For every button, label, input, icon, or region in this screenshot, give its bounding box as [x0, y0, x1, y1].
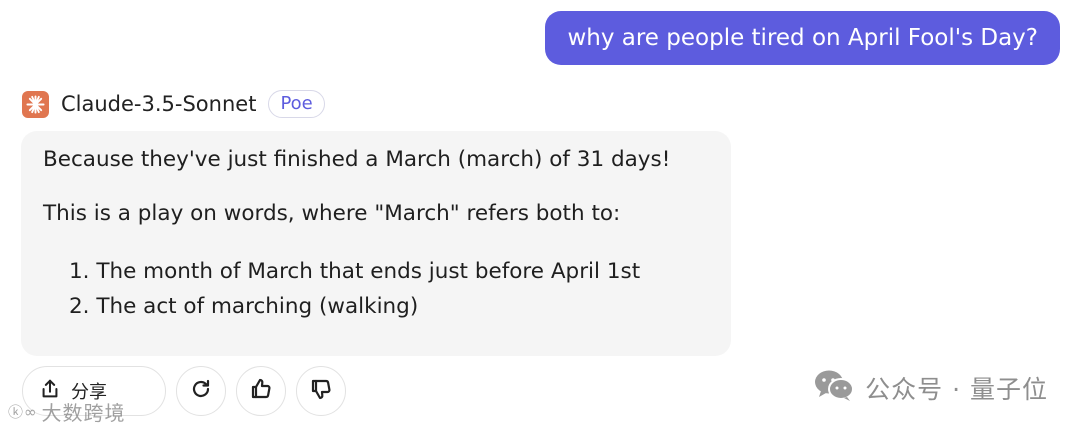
response-list: 1. The month of March that ends just bef… — [43, 254, 709, 324]
user-message-bubble: why are people tired on April Fool's Day… — [545, 11, 1060, 65]
bot-response-bubble: Because they've just finished a March (m… — [21, 131, 731, 356]
watermark-right: 公众号 · 量子位 — [813, 368, 1048, 408]
thumbs-down-icon — [309, 377, 333, 405]
poe-badge: Poe — [268, 90, 325, 118]
thumbs-up-icon — [249, 377, 273, 405]
response-line-2: This is a play on words, where "March" r… — [43, 201, 621, 226]
watermark-left: ⓚ∞ 大数跨境 — [8, 397, 126, 426]
dislike-button[interactable] — [296, 366, 346, 416]
wechat-icon — [813, 368, 855, 408]
bot-name[interactable]: Claude-3.5-Sonnet — [61, 92, 256, 116]
regenerate-button[interactable] — [176, 366, 226, 416]
list-item: 1. The month of March that ends just bef… — [69, 259, 641, 284]
claude-starburst-icon — [22, 90, 49, 118]
like-button[interactable] — [236, 366, 286, 416]
bot-header: Claude-3.5-Sonnet Poe — [22, 89, 325, 119]
list-item: 2. The act of marching (walking) — [69, 294, 419, 319]
refresh-icon — [189, 377, 213, 405]
response-line-1: Because they've just finished a March (m… — [43, 147, 671, 172]
watermark-right-text: 公众号 · 量子位 — [865, 375, 1048, 404]
watermark-logo-icon: ⓚ∞ — [8, 403, 38, 421]
watermark-left-text: 大数跨境 — [41, 401, 126, 425]
